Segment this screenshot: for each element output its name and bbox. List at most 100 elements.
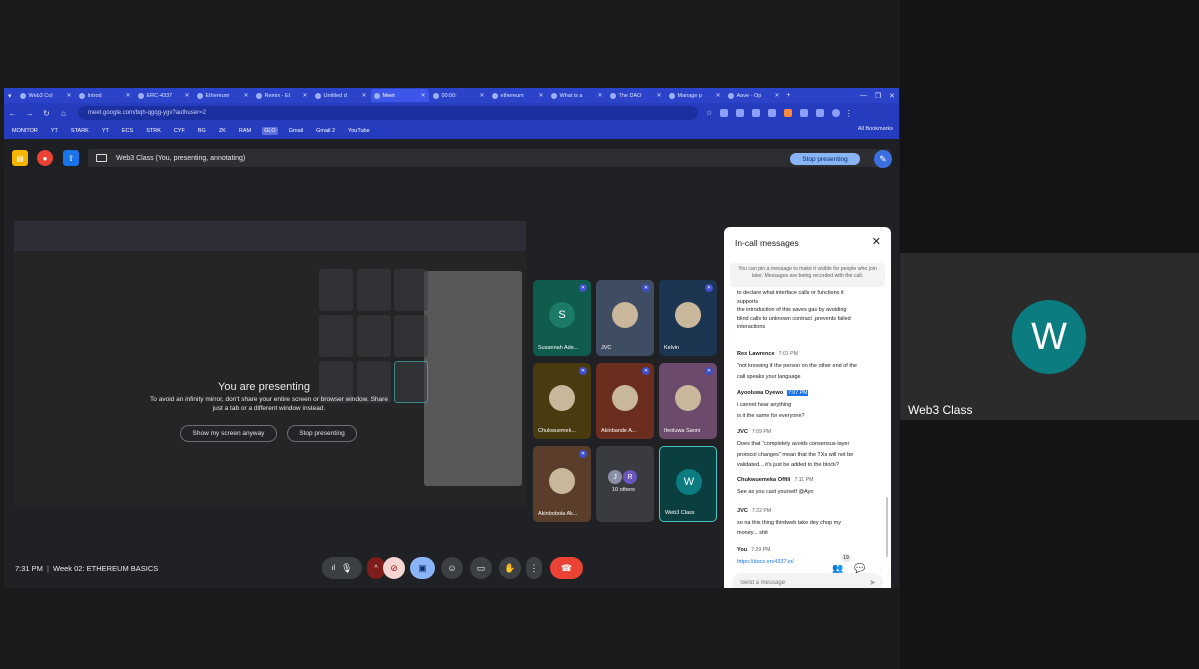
participant-tile[interactable]: Akinbande A... ✕ <box>596 363 654 439</box>
tab-label: Manage p <box>677 92 702 99</box>
tab-close-icon[interactable]: ✕ <box>656 92 661 99</box>
tab-close-icon[interactable]: ✕ <box>361 92 366 99</box>
muted-mic-icon: ✕ <box>705 284 713 292</box>
participant-tile[interactable]: Kelvin ✕ <box>659 280 717 356</box>
url-field[interactable]: meet.google.com/bqh-qgqg-ygv?authuser=2 <box>78 106 698 120</box>
extension-icon[interactable] <box>720 109 729 117</box>
bookmark-10[interactable]: GLO <box>262 127 278 135</box>
tab-close-icon[interactable]: ✕ <box>715 92 720 99</box>
back-icon[interactable]: ← <box>4 109 21 118</box>
profile-icon[interactable] <box>832 109 841 117</box>
bookmark-12[interactable]: Gmail 2 <box>314 127 337 135</box>
tab-7[interactable]: 00:00: ✕ <box>430 89 488 102</box>
participant-tile[interactable]: S Susannah Ade... ✕ <box>533 280 591 356</box>
close-icon[interactable]: ✕ <box>872 235 881 248</box>
more-options-button[interactable]: ⋮ <box>526 557 542 579</box>
minimize-icon[interactable]: — <box>856 92 871 99</box>
tab-5[interactable]: Untitled d ✕ <box>312 89 370 102</box>
new-tab-icon[interactable]: + <box>783 92 795 99</box>
activity-icon[interactable]: ▤ <box>12 150 28 166</box>
restore-icon[interactable]: ❐ <box>871 92 885 100</box>
participant-tile[interactable]: J R 10 others <box>596 446 654 522</box>
bookmark-0[interactable]: MONITOR <box>10 127 40 135</box>
tab-close-icon[interactable]: ✕ <box>774 92 779 99</box>
tab-close-icon[interactable]: ✕ <box>420 92 425 99</box>
tab-0[interactable]: Web3 Col ✕ <box>17 89 75 102</box>
mic-toggle-button[interactable]: ıl 🎙 <box>322 557 362 579</box>
bookmark-8[interactable]: ZK <box>217 127 228 135</box>
bookmark-7[interactable]: BG <box>196 127 208 135</box>
captions-button[interactable]: ▭ <box>470 557 492 579</box>
emoji-button[interactable]: ☺ <box>441 557 463 579</box>
people-icon[interactable]: 👥 <box>832 563 844 574</box>
participant-tile[interactable]: Akinbobola Ak... ✕ <box>533 446 591 522</box>
tab-close-icon[interactable]: ✕ <box>243 92 248 99</box>
mirror-stop-presenting-button[interactable]: Stop presenting <box>287 425 357 442</box>
bookmark-13[interactable]: YouTube <box>346 127 372 135</box>
tab-close-icon[interactable]: ✕ <box>479 92 484 99</box>
more-menu-icon[interactable]: ⋮ <box>840 109 857 118</box>
participant-tile[interactable]: W Web3 Class <box>659 446 717 522</box>
muted-mic-icon: ✕ <box>705 367 713 375</box>
extension-icon[interactable] <box>736 109 745 117</box>
tab-3[interactable]: Ethereum ✕ <box>194 89 252 102</box>
record-icon[interactable]: ● <box>37 150 53 166</box>
chat-message-input[interactable] <box>740 577 860 588</box>
tab-11[interactable]: Manage p ✕ <box>666 89 724 102</box>
info-icon[interactable]: ⓘ <box>810 563 822 576</box>
tab-9[interactable]: What is a ✕ <box>548 89 606 102</box>
extension-icon[interactable] <box>768 109 777 117</box>
bookmark-11[interactable]: Gmail <box>287 127 305 135</box>
share-icon[interactable]: ⇪ <box>63 150 79 166</box>
annotate-pen-icon[interactable]: ✎ <box>874 150 892 168</box>
chat-message-list[interactable]: to declare what interface calls or funct… <box>724 289 891 564</box>
bookmark-9[interactable]: RAM <box>237 127 253 135</box>
bookmark-2[interactable]: STARK <box>69 127 91 135</box>
participant-tile[interactable]: Ifeoluwa Sanni ✕ <box>659 363 717 439</box>
browser-window: ▾ Web3 Col ✕ Introd ✕ ERC-4337 ✕ Ethereum ✕ Remi… <box>4 88 899 588</box>
raise-hand-button[interactable]: ✋ <box>499 557 521 579</box>
present-button[interactable]: ▣ <box>410 557 435 579</box>
camera-off-button[interactable]: ⊘ <box>383 557 405 579</box>
leave-call-button[interactable]: ☎ <box>550 557 583 579</box>
bookmark-6[interactable]: CYF <box>172 127 187 135</box>
tab-close-icon[interactable]: ✕ <box>597 92 602 99</box>
tab-6[interactable]: Meet ✕ <box>370 89 429 102</box>
reload-icon[interactable]: ↻ <box>38 109 55 118</box>
all-bookmarks-link[interactable]: All Bookmarks <box>858 126 893 132</box>
tab-search-icon[interactable]: ▾ <box>4 92 16 100</box>
show-screen-anyway-button[interactable]: Show my screen anyway <box>180 425 277 442</box>
tab-label: Ethereum <box>205 92 230 99</box>
tab-close-icon[interactable]: ✕ <box>125 92 130 99</box>
stop-presenting-button[interactable]: Stop presenting <box>790 153 860 165</box>
chat-sender: JVC <box>737 507 748 514</box>
bookmark-star-icon[interactable]: ☆ <box>706 109 712 117</box>
tab-2[interactable]: ERC-4337 ✕ <box>135 89 193 102</box>
close-window-icon[interactable]: ✕ <box>885 92 899 100</box>
extension-icon[interactable] <box>784 109 793 117</box>
bookmark-1[interactable]: YT <box>49 127 60 135</box>
activities-grid-icon[interactable]: ⋮⋮ <box>876 563 894 574</box>
tab-4[interactable]: Remix - Et ✕ <box>253 89 311 102</box>
tab-1[interactable]: Introd ✕ <box>76 89 134 102</box>
tab-close-icon[interactable]: ✕ <box>302 92 307 99</box>
tab-12[interactable]: Aave - Op ✕ <box>725 89 783 102</box>
bookmark-3[interactable]: YT <box>100 127 111 135</box>
tab-close-icon[interactable]: ✕ <box>184 92 189 99</box>
home-icon[interactable]: ⌂ <box>55 109 72 118</box>
chat-icon[interactable]: 💬 <box>854 563 866 574</box>
tab-10[interactable]: The DAO ✕ <box>607 89 665 102</box>
chat-scrollbar[interactable] <box>886 497 888 557</box>
extension-icon[interactable] <box>752 109 761 117</box>
participant-tile[interactable]: Chukwuemek... ✕ <box>533 363 591 439</box>
participant-tile[interactable]: JVC ✕ <box>596 280 654 356</box>
tab-8[interactable]: ethereum ✕ <box>489 89 547 102</box>
send-icon[interactable]: ➤ <box>869 578 876 587</box>
extension-icon[interactable] <box>800 109 809 117</box>
forward-icon[interactable]: → <box>21 109 38 118</box>
extension-icon[interactable] <box>816 109 825 117</box>
tab-close-icon[interactable]: ✕ <box>66 92 71 99</box>
bookmark-5[interactable]: STRK <box>144 127 163 135</box>
bookmark-4[interactable]: ECS <box>120 127 135 135</box>
tab-close-icon[interactable]: ✕ <box>538 92 543 99</box>
